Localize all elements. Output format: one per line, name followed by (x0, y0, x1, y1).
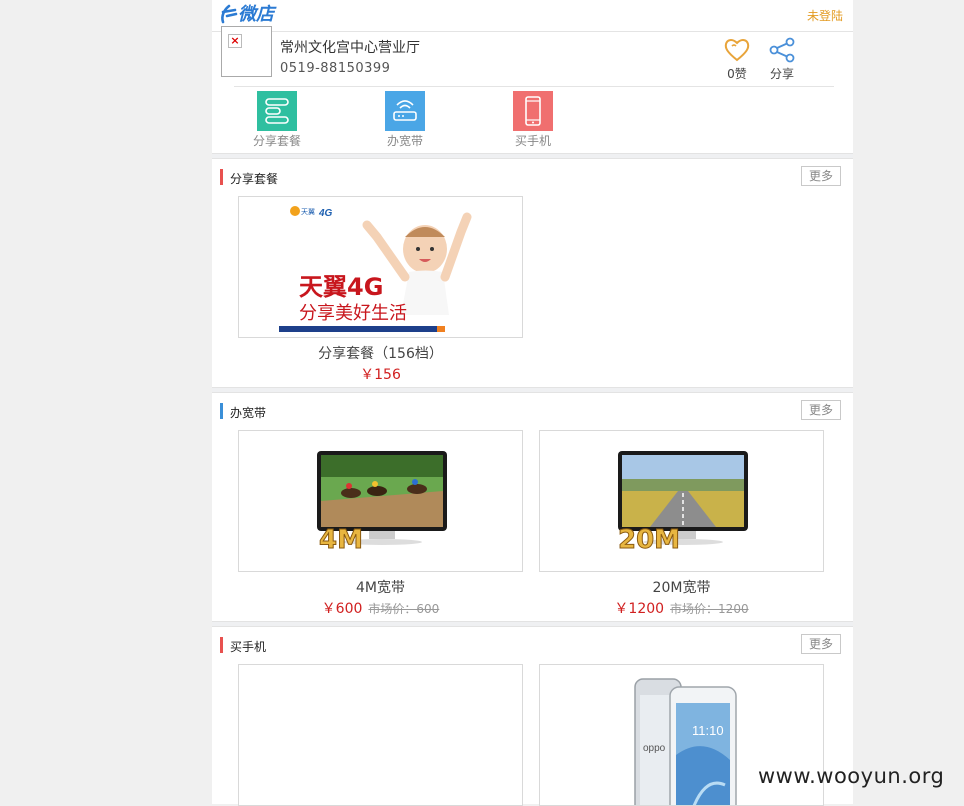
heart-icon (724, 39, 750, 62)
product-title: 分享套餐（156档） (318, 346, 443, 362)
watermark: www.wooyun.org (758, 764, 945, 788)
banner-4g: 4G (318, 208, 333, 219)
section-title: 买手机 (230, 640, 267, 654)
section-marker (220, 637, 223, 653)
section-marker (220, 169, 223, 185)
section-header-package: 分享套餐 更多 (212, 166, 853, 193)
section-title: 分享套餐 (230, 172, 279, 186)
category-nav: 分享套餐 办宽带 买手机 (212, 91, 853, 151)
divider (234, 86, 834, 87)
section-marker (220, 403, 223, 419)
tianyi-4g-banner: 天翼 4G 天翼4G 分享美好生活 (239, 197, 522, 337)
broken-image-icon: × (228, 34, 242, 48)
section-gap (212, 621, 853, 627)
product-card[interactable] (238, 664, 523, 806)
login-link[interactable]: 未登陆 (807, 7, 843, 24)
product-card[interactable]: 20M 20M宽带 ￥1200 市场价：1200 (539, 430, 824, 618)
like-count: 0赞 (727, 67, 747, 81)
market-price: 市场价：1200 (670, 602, 749, 616)
telecom-logo-icon (221, 4, 238, 24)
store-avatar: × (221, 26, 272, 77)
store-phone[interactable]: 0519-88150399 (280, 61, 390, 76)
product-image[interactable]: 20M (539, 430, 824, 572)
product-price: ￥600 市场价：600 (238, 600, 523, 618)
product-image[interactable]: 4M (238, 430, 523, 572)
nav-item-package[interactable]: 分享套餐 (245, 91, 309, 149)
product-price: ￥156 (238, 366, 523, 384)
product-price: ￥1200 市场价：1200 (539, 600, 824, 618)
section-title: 办宽带 (230, 406, 267, 420)
share-icon (769, 37, 795, 63)
speed-badge: 4M (319, 525, 363, 555)
nav-item-phone[interactable]: 买手机 (501, 91, 565, 149)
price-value: ￥156 (360, 367, 401, 383)
product-title: 4M宽带 (356, 580, 405, 596)
share-label: 分享 (769, 67, 794, 81)
store-info: × 常州文化宫中心营业厅 0519-88150399 0赞 分享 (212, 26, 853, 87)
router-icon (385, 91, 425, 131)
product-card[interactable]: 4M 4M宽带 ￥600 市场价：600 (238, 430, 523, 618)
section-gap (212, 153, 853, 159)
page-container: 微店 未登陆 × 常州文化宫中心营业厅 0519-88150399 0赞 分享 … (212, 0, 853, 806)
more-button[interactable]: 更多 (801, 166, 841, 186)
monitor-road-image: 20M (618, 451, 748, 556)
banner-brand: 天翼 (301, 208, 315, 216)
section-header-broadband: 办宽带 更多 (212, 400, 853, 427)
section-header-phone: 买手机 更多 (212, 634, 853, 661)
section-gap (212, 387, 853, 393)
phone-screen-time: 11:10 (692, 723, 724, 738)
store-name: 常州文化宫中心营业厅 (280, 40, 420, 56)
product-image[interactable]: 天翼 4G 天翼4G 分享美好生活 (238, 196, 523, 338)
logo-text: 微店 (238, 4, 274, 25)
price-value: ￥600 (321, 601, 363, 617)
product-title: 20M宽带 (652, 580, 711, 596)
more-button[interactable]: 更多 (801, 400, 841, 420)
share-button[interactable]: 分享 (767, 37, 797, 81)
phone-brand: oppo (643, 743, 666, 754)
monitor-horse-race-image: 4M (317, 451, 447, 556)
speed-badge: 20M (618, 525, 680, 555)
nav-label: 买手机 (514, 134, 551, 148)
market-price: 市场价：600 (368, 602, 440, 616)
banner-line2: 分享美好生活 (299, 303, 407, 324)
phone-icon (513, 91, 553, 131)
product-card[interactable]: 天翼 4G 天翼4G 分享美好生活 分享套餐（156档） ￥156 (238, 196, 523, 384)
package-icon (257, 91, 297, 131)
nav-label: 办宽带 (386, 134, 423, 148)
banner-line1: 天翼4G (299, 273, 383, 301)
more-button[interactable]: 更多 (801, 634, 841, 654)
logo[interactable]: 微店 (220, 3, 280, 27)
price-value: ￥1200 (614, 601, 665, 617)
nav-label: 分享套餐 (252, 134, 301, 148)
like-button[interactable]: 0赞 (722, 37, 752, 81)
product-image[interactable] (238, 664, 523, 806)
nav-item-broadband[interactable]: 办宽带 (373, 91, 437, 149)
top-bar: 微店 未登陆 (212, 0, 853, 32)
